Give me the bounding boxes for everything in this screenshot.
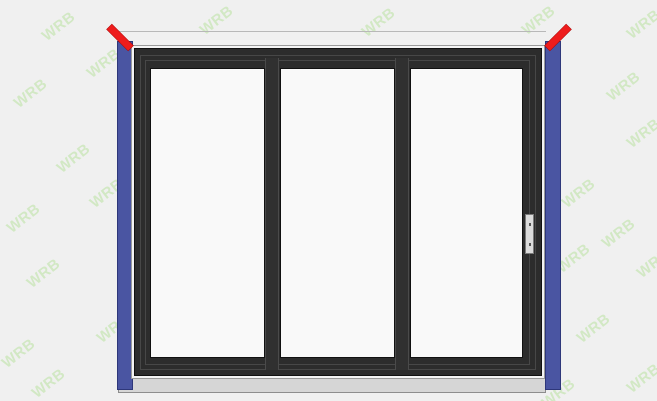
watermark-text: WRB xyxy=(38,8,79,45)
watermark-text: WRB xyxy=(28,365,69,401)
glass-panel-left xyxy=(150,68,265,358)
watermark-text: WRB xyxy=(358,4,399,41)
watermark-text: WRB xyxy=(603,68,644,105)
glass-panel-right xyxy=(410,68,523,358)
watermark-text: WRB xyxy=(518,2,559,39)
glass-panel-center xyxy=(280,68,395,358)
watermark-text: WRB xyxy=(196,2,237,39)
watermark-text: WRB xyxy=(3,200,44,237)
watermark-text: WRB xyxy=(23,255,64,292)
watermark-text: WRB xyxy=(598,215,639,252)
handle-screw-icon xyxy=(529,223,531,226)
watermark-text: WRB xyxy=(558,175,599,212)
watermark-text: WRB xyxy=(573,310,614,347)
mullion-left xyxy=(265,58,279,370)
watermark-text: WRB xyxy=(53,140,94,177)
watermark-text: WRB xyxy=(623,6,657,43)
right-jamb xyxy=(545,41,561,390)
handle-screw-icon xyxy=(529,243,531,246)
watermark-text: WRB xyxy=(10,75,51,112)
drawing-canvas: WRB WRB WRB WRB WRB WRB WRB WRB WRB WRB WRB WRB WRB W… xyxy=(0,0,657,401)
mullion-right xyxy=(395,58,409,370)
watermark-text: WRB xyxy=(633,245,657,282)
watermark-text: WRB xyxy=(0,335,39,372)
head-line xyxy=(118,31,546,32)
watermark-text: WRB xyxy=(623,115,657,152)
door-handle xyxy=(525,214,534,254)
sill xyxy=(118,378,546,393)
watermark-text: WRB xyxy=(623,360,657,397)
